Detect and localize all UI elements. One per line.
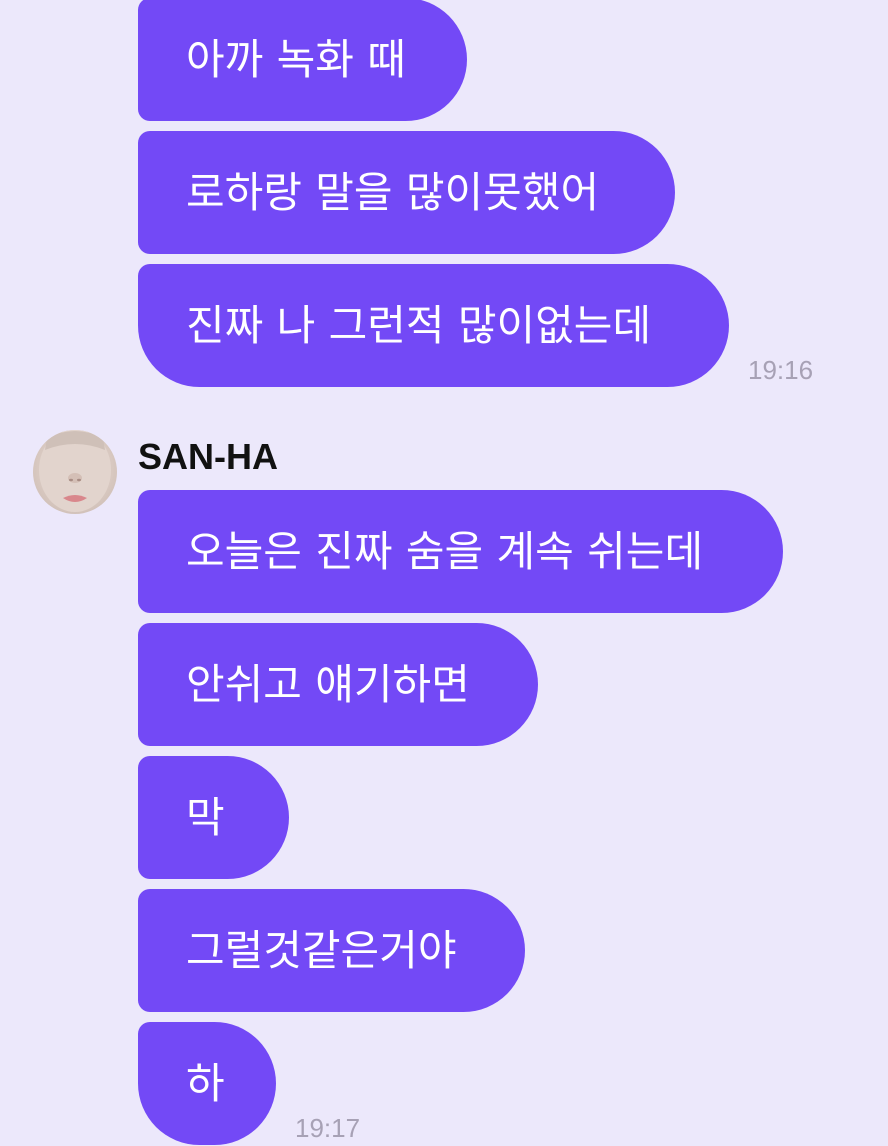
profile-photo-icon [39, 430, 111, 512]
message-bubble[interactable]: 아까 녹화 때 [138, 0, 467, 121]
message-bubble[interactable]: 막 [138, 756, 289, 879]
message-bubble[interactable]: 안쉬고 얘기하면 [138, 623, 538, 746]
message-bubble[interactable]: 하 [138, 1022, 276, 1145]
avatar[interactable] [33, 430, 117, 514]
message-bubble[interactable]: 로하랑 말을 많이못했어 [138, 131, 675, 254]
message-bubble[interactable]: 그럴것같은거야 [138, 889, 525, 1012]
message-bubble[interactable]: 오늘은 진짜 숨을 계속 쉬는데 [138, 490, 783, 613]
message-timestamp: 19:17 [295, 1113, 361, 1143]
message-bubble[interactable]: 진짜 나 그런적 많이없는데 [138, 264, 729, 387]
message-timestamp: 19:16 [748, 355, 814, 385]
sender-name: SAN-HA [138, 436, 278, 477]
